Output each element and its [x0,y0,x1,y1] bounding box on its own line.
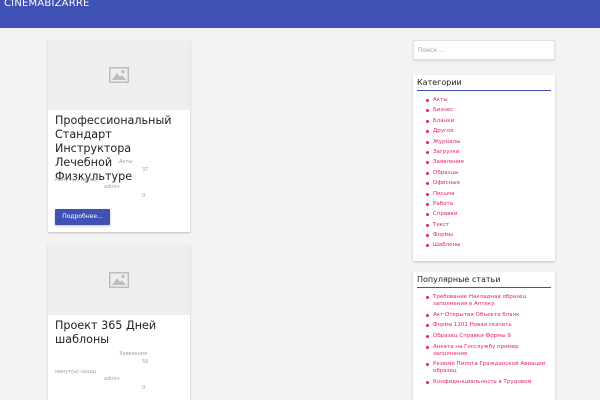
category-item: Бланки [426,118,464,128]
popular-item: Требование Накладная образец заполнения … [426,294,550,308]
bullet-icon [426,244,429,248]
category-link[interactable]: Офисные [433,180,460,186]
bullet-icon [426,109,429,113]
popular-posts-widget: Популярные статьи Требование Накладная о… [413,272,555,400]
categories-widget: Категории Акты Бизнес Бланки Другое Журн… [413,75,555,261]
popular-item: Образец Справки Формы 9 [426,333,550,340]
widget-title: Категории [417,78,551,91]
category-link[interactable]: Формы [433,232,453,238]
bullet-icon [426,182,429,186]
popular-item: Акт Открытия Объекта бланк [426,312,550,319]
post-category[interactable]: Заявления [119,351,147,357]
post-views: 59 [142,359,149,365]
category-item: Справки [426,211,464,221]
post-views: 37 [142,167,149,173]
bullet-icon [426,345,429,349]
bullet-icon [426,381,429,385]
category-item: Работа [426,201,464,211]
post-thumbnail[interactable] [48,245,190,315]
category-link[interactable]: Бизнес [433,107,453,113]
bullet-icon [426,192,429,196]
post-thumbnail[interactable] [48,40,190,110]
category-item: Журналы [426,139,464,149]
read-more-button[interactable]: Подробнее... [55,209,110,225]
popular-link[interactable]: Образец Справки Формы 9 [433,333,511,339]
category-item: Офисные [426,180,464,190]
bullet-icon [426,335,429,339]
bullet-icon [426,213,429,217]
category-link[interactable]: Журналы [433,139,461,145]
category-item: Другое [426,128,464,138]
search-input[interactable] [413,40,555,60]
category-link[interactable]: Справки [433,211,457,217]
bullet-icon [426,296,429,299]
widget-title: Популярные статьи [417,275,551,288]
popular-item: Резюме Пилота Гражданской Авиации образе… [426,361,550,375]
post-card: Профессиональный Стандарт Инструктора Ле… [48,40,190,232]
bullet-icon [426,324,429,328]
bullet-icon [426,363,429,367]
popular-link[interactable]: Резюме Пилота Гражданской Авиации образе… [433,361,545,374]
bullet-icon [426,99,429,102]
bullet-icon [426,140,429,144]
image-placeholder-icon [109,67,129,83]
category-item: Формы [426,232,464,242]
post-time: минут(ы) назад [55,177,97,183]
category-link[interactable]: Другое [433,128,454,134]
bullet-icon [426,313,429,317]
post-time: минут(ы) назад [55,369,97,375]
category-link[interactable]: Образцы [433,170,459,176]
bullet-icon [426,161,429,165]
category-list: Акты Бизнес Бланки Другое Журналы Загруз… [426,97,464,253]
category-item: Бизнес [426,107,464,117]
post-category[interactable]: Акты [119,159,132,165]
post-author[interactable]: admin [104,184,120,190]
category-item: Шаблоны [426,242,464,252]
bullet-icon [426,150,429,154]
bullet-icon [426,202,429,206]
bullet-icon [426,130,429,134]
category-link[interactable]: Текст [433,222,449,228]
category-item: Текст [426,222,464,232]
popular-item: Форма 1101 Новая скачать [426,322,550,329]
post-card: Проект 365 Дней шаблоны Заявления 59 мин… [48,245,190,400]
popular-link[interactable]: Конфиденциальность в Трудовом [433,379,532,385]
category-link[interactable]: Заявления [433,159,464,165]
post-comments[interactable]: 0 [142,193,145,199]
bullet-icon [426,171,429,175]
category-link[interactable]: Шаблоны [433,242,460,248]
post-comments[interactable]: 0 [142,385,145,391]
bullet-icon [426,119,429,123]
popular-item: Анкета на Госслужбу пример заполнения [426,344,550,358]
category-link[interactable]: Загрузки [433,149,459,155]
popular-link[interactable]: Анкета на Госслужбу пример заполнения [433,344,519,357]
site-title[interactable]: CINEMABIZARRE [4,0,90,10]
post-author[interactable]: admin [104,376,120,382]
category-link[interactable]: Работа [433,201,453,207]
popular-link[interactable]: Требование Накладная образец заполнения … [433,294,526,307]
popular-link[interactable]: Форма 1101 Новая скачать [433,322,512,328]
category-item: Акты [426,97,464,107]
bullet-icon [426,223,429,227]
post-title[interactable]: Проект 365 Дней шаблоны [55,319,187,347]
popular-item: Конфиденциальность в Трудовом [426,379,550,386]
category-link[interactable]: Акты [433,97,448,103]
category-link[interactable]: Бланки [433,118,454,124]
popular-list: Требование Накладная образец заполнения … [426,294,550,390]
category-item: Образцы [426,170,464,180]
popular-link[interactable]: Акт Открытия Объекта бланк [433,312,519,318]
bullet-icon [426,234,429,238]
top-app-bar: CINEMABIZARRE [0,0,600,28]
image-placeholder-icon [109,272,129,288]
post-title[interactable]: Профессиональный Стандарт Инструктора Ле… [55,114,187,184]
category-item: Письма [426,191,464,201]
category-item: Заявления [426,159,464,169]
category-link[interactable]: Письма [433,191,455,197]
category-item: Загрузки [426,149,464,159]
